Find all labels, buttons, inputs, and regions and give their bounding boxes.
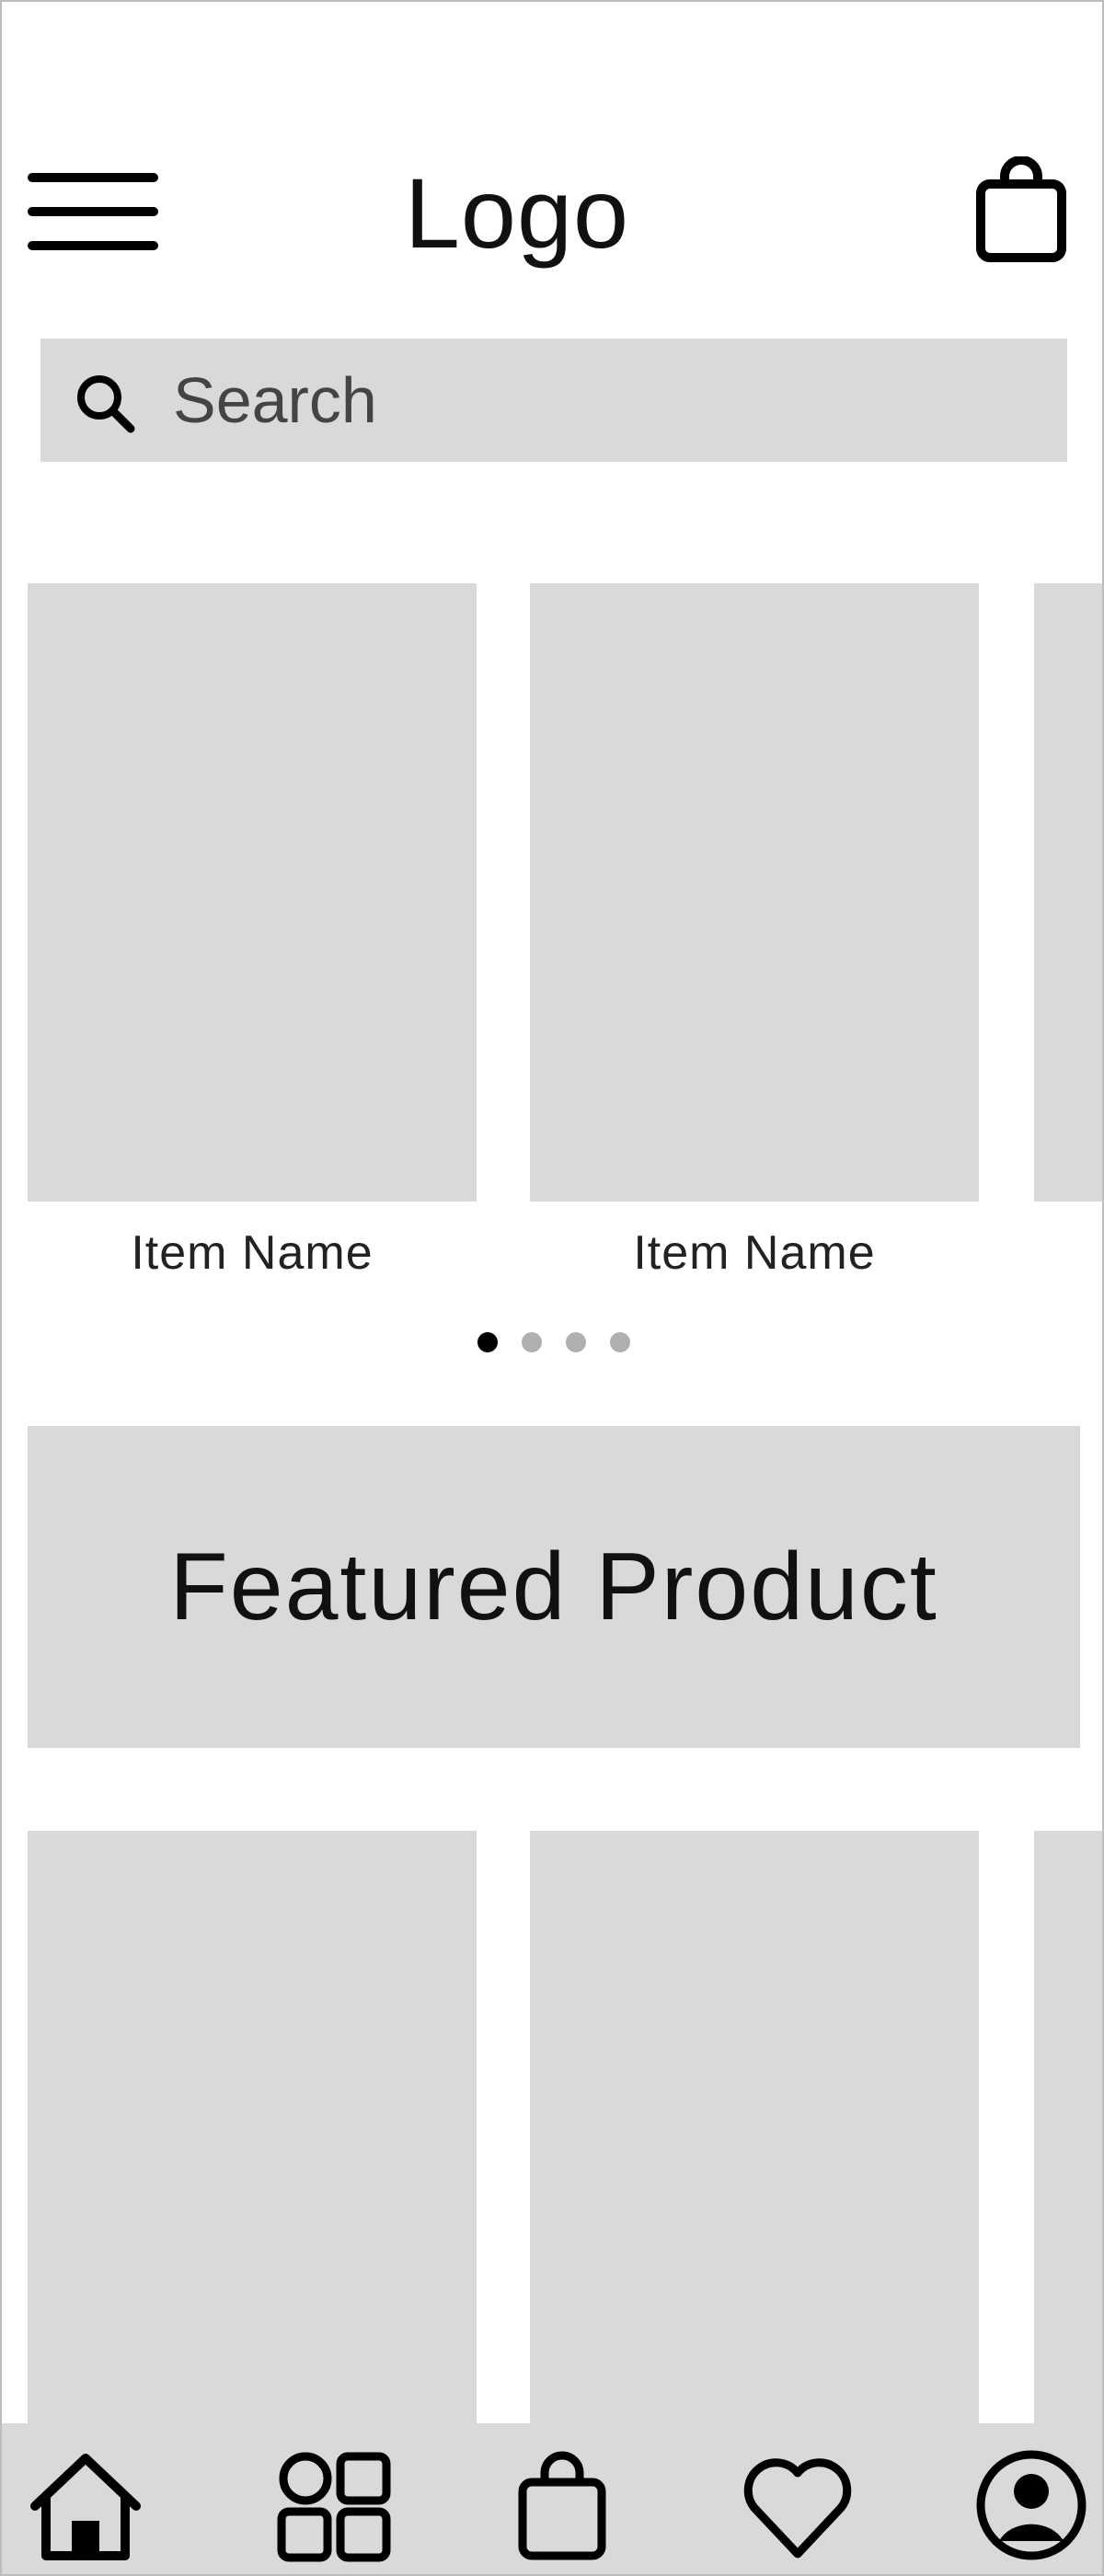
categories-grid-icon[interactable] bbox=[274, 2445, 394, 2565]
home-icon[interactable] bbox=[26, 2445, 145, 2565]
featured-product-banner[interactable]: Featured Product bbox=[28, 1426, 1080, 1748]
menu-icon[interactable] bbox=[28, 173, 158, 250]
search-bar[interactable] bbox=[40, 339, 1067, 462]
menu-icon-bar bbox=[28, 207, 158, 216]
carousel-item-image[interactable] bbox=[530, 583, 979, 1202]
pagination-dot[interactable] bbox=[610, 1332, 630, 1352]
heart-icon[interactable] bbox=[738, 2445, 857, 2565]
pagination-dot[interactable] bbox=[522, 1332, 542, 1352]
logo[interactable]: Logo bbox=[333, 149, 701, 278]
carousel-item-image[interactable] bbox=[28, 583, 477, 1202]
carousel-pagination bbox=[2, 1332, 1102, 1356]
shopping-bag-icon[interactable] bbox=[502, 2445, 622, 2565]
featured-product-label: Featured Product bbox=[169, 1533, 938, 1640]
search-input[interactable] bbox=[173, 339, 1038, 462]
shopping-bag-icon[interactable] bbox=[975, 156, 1067, 263]
app-screen: Logo Item Name Item Name Featured Produc… bbox=[0, 0, 1104, 2576]
menu-icon-bar bbox=[28, 241, 158, 250]
carousel-item-name[interactable]: Item Name bbox=[530, 1225, 979, 1281]
profile-icon[interactable] bbox=[972, 2445, 1091, 2565]
product-card-image[interactable] bbox=[1034, 1831, 1102, 2438]
menu-icon-bar bbox=[28, 173, 158, 182]
pagination-dot[interactable] bbox=[566, 1332, 586, 1352]
carousel-item-image[interactable] bbox=[1034, 583, 1102, 1202]
carousel-item-name[interactable]: Item Name bbox=[28, 1225, 477, 1281]
search-icon bbox=[77, 375, 135, 433]
pagination-dot[interactable] bbox=[477, 1332, 498, 1352]
product-card-image[interactable] bbox=[530, 1831, 979, 2438]
bottom-navigation bbox=[2, 2423, 1102, 2574]
product-card-image[interactable] bbox=[28, 1831, 477, 2438]
